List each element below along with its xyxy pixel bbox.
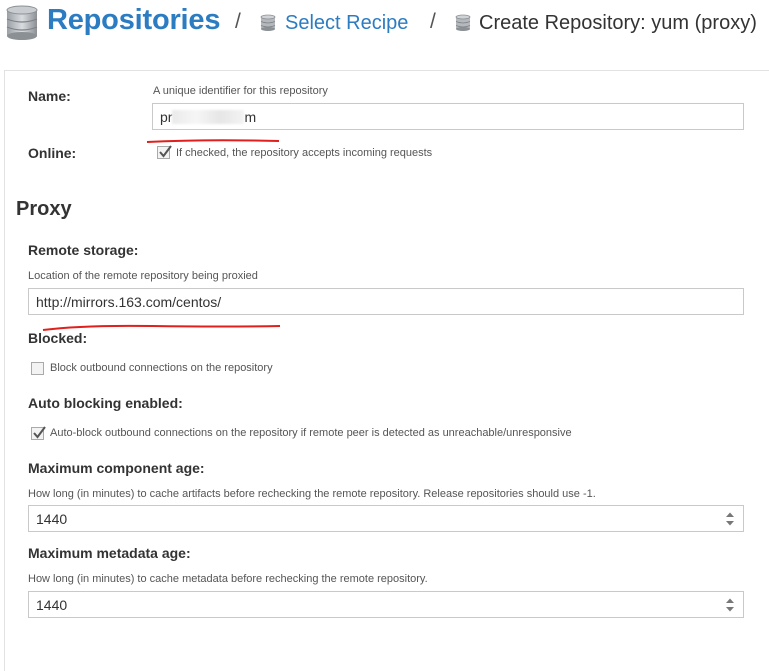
online-help: If checked, the repository accepts incom… — [176, 147, 433, 159]
online-checkbox[interactable] — [157, 145, 172, 159]
max-metadata-age-help: How long (in minutes) to cache metadata … — [28, 573, 428, 585]
name-value-end: m — [244, 109, 257, 125]
blocked-label: Blocked: — [28, 330, 88, 346]
spinner-arrows-icon[interactable] — [725, 597, 735, 613]
breadcrumb-separator: / — [235, 10, 241, 33]
auto-blocking-help: Auto-block outbound connections on the r… — [50, 427, 572, 439]
breadcrumb-select-recipe[interactable]: Select Recipe — [285, 12, 408, 35]
remote-storage-label: Remote storage: — [28, 242, 139, 258]
database-icon — [455, 14, 471, 31]
remote-storage-input[interactable]: http://mirrors.163.com/centos/ — [28, 288, 744, 315]
proxy-section-title: Proxy — [16, 198, 72, 220]
blocked-help: Block outbound connections on the reposi… — [50, 362, 273, 374]
auto-blocking-checkbox[interactable] — [31, 426, 46, 440]
max-component-age-value: 1440 — [36, 511, 68, 527]
database-icon — [260, 14, 276, 31]
spinner-arrows-icon[interactable] — [725, 511, 735, 527]
blocked-checkbox[interactable] — [31, 362, 44, 375]
redacted-text — [172, 110, 245, 124]
auto-blocking-label: Auto blocking enabled: — [28, 395, 183, 411]
name-value-start: pr — [160, 109, 173, 125]
page-header: Repositories / Select Recipe / Create Re… — [0, 0, 769, 56]
page-title[interactable]: Repositories — [47, 4, 220, 37]
breadcrumb-separator: / — [430, 10, 436, 33]
database-icon — [6, 5, 38, 40]
name-input[interactable]: pr m — [152, 103, 744, 130]
checkmark-icon — [33, 426, 46, 439]
max-metadata-age-value: 1440 — [36, 597, 68, 613]
checkmark-icon — [159, 145, 172, 158]
online-label: Online: — [28, 145, 77, 161]
breadcrumb-create-repository: Create Repository: yum (proxy) — [479, 12, 757, 34]
max-component-age-input[interactable]: 1440 — [28, 505, 744, 532]
name-help: A unique identifier for this repository — [153, 85, 328, 97]
remote-storage-help: Location of the remote repository being … — [28, 270, 258, 282]
max-component-age-help: How long (in minutes) to cache artifacts… — [28, 488, 596, 500]
max-metadata-age-input[interactable]: 1440 — [28, 591, 744, 618]
name-label: Name: — [28, 88, 71, 104]
max-component-age-label: Maximum component age: — [28, 460, 205, 476]
max-metadata-age-label: Maximum metadata age: — [28, 545, 191, 561]
